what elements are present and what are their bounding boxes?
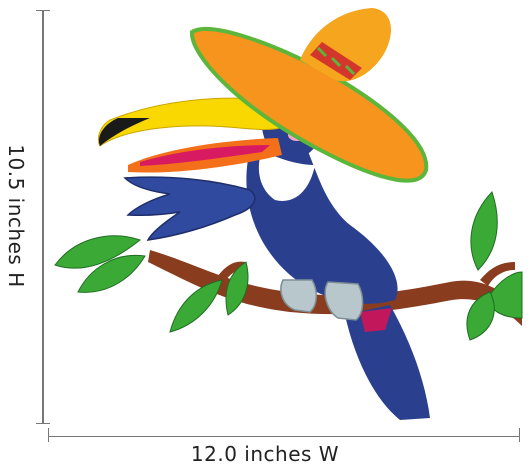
height-label: 10.5 inches H: [4, 144, 28, 288]
tail: [345, 305, 430, 420]
toucan-illustration: [54, 8, 523, 420]
height-dimension-line: [42, 10, 44, 424]
width-dimension-line: [48, 436, 520, 437]
width-dimension-cap-left: [48, 428, 49, 442]
width-label: 12.0 inches W: [190, 442, 340, 466]
wing: [123, 176, 256, 241]
height-dimension-cap-top: [36, 10, 50, 11]
width-dimension-cap-right: [519, 428, 520, 442]
height-dimension-cap-bottom: [36, 423, 50, 424]
